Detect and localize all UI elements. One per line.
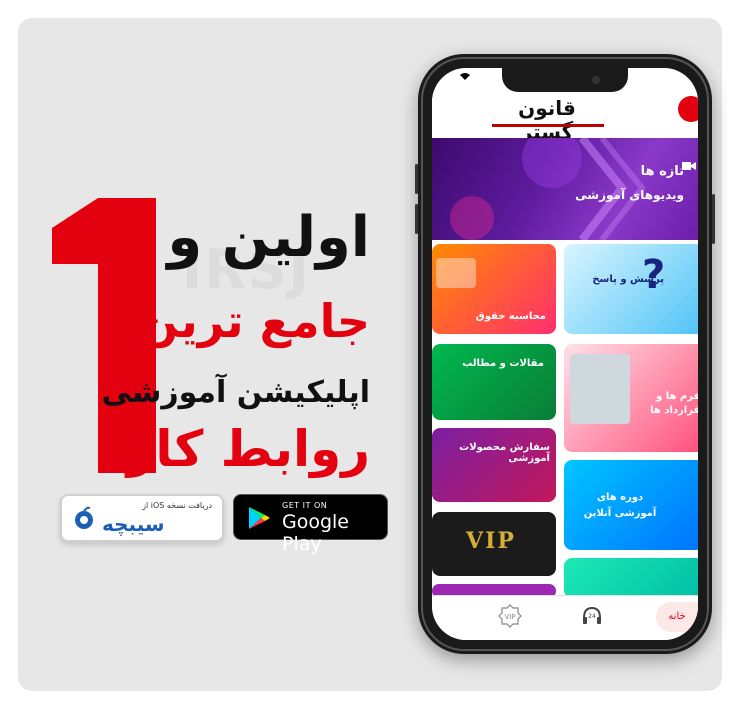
nav-vip[interactable]: VIP — [498, 604, 528, 632]
headline-line-2: جامع ترین — [139, 294, 370, 348]
tile-label: دوره های آموزشی آنلاین — [583, 492, 657, 519]
tile-label: سفارش محصولات آموزشی — [459, 442, 550, 464]
headset-icon: 24 — [583, 606, 601, 624]
tile-vip[interactable]: VIP — [432, 512, 556, 576]
hero-line-2: ویدیوهای آموزشی — [575, 188, 684, 202]
app-logo: قانون گستر — [518, 96, 576, 144]
sibche-name: سیبچه — [102, 512, 165, 536]
nav-support-number: 24 — [588, 613, 596, 620]
nav-vip-text: VIP — [504, 613, 515, 621]
tile-forms-contracts[interactable]: فرم ها و قرارداد ها — [564, 344, 698, 452]
phone-power-button — [712, 194, 715, 244]
hero-new-videos-banner[interactable]: تازه ها ویدیوهای آموزشی — [432, 138, 698, 240]
logo-underline — [492, 124, 604, 127]
profile-icon[interactable] — [678, 96, 698, 122]
bottom-navigation: VIP 24 خانه — [432, 595, 698, 640]
sibche-download-badge[interactable]: دریافت نسخه iOS از سیبچه — [60, 494, 224, 542]
phone-notch — [502, 68, 628, 92]
front-camera — [592, 76, 600, 84]
tile-label: مقالات و مطالب — [462, 358, 544, 369]
tile-salary-calc[interactable]: محاسبه حقوق — [432, 244, 556, 334]
headline-line-4: روابط کار — [126, 420, 370, 478]
vip-badge-icon: VIP — [498, 604, 522, 628]
google-play-small-text: GET IT ON — [282, 501, 328, 510]
headline-line-3: اپلیکیشن آموزشی — [101, 375, 371, 410]
calculator-icon — [436, 258, 476, 288]
phone-volume-button — [415, 164, 418, 194]
tile-order-products[interactable]: سفارش محصولات آموزشی — [432, 428, 556, 502]
sibche-subtitle: دریافت نسخه iOS از — [142, 501, 212, 510]
tile-label: پرسش و پاسخ — [592, 274, 664, 285]
app-header: قانون گستر — [432, 90, 698, 144]
vip-label: VIP — [466, 528, 516, 554]
nav-home[interactable]: خانه — [656, 602, 698, 632]
video-camera-icon — [682, 162, 696, 170]
app-screen: قانون گستر تازه ها ویدیوهای آموزشی محاسب… — [432, 68, 698, 640]
nav-support[interactable]: 24 — [580, 604, 610, 632]
tile-qa[interactable]: ? پرسش و پاسخ — [564, 244, 698, 334]
hero-line-1: تازه ها — [640, 164, 684, 179]
handshake-image — [570, 354, 630, 424]
headline-line-1: اولین و — [167, 205, 370, 270]
wifi-icon — [460, 72, 470, 82]
tile-label: محاسبه حقوق — [475, 311, 546, 322]
phone-mockup: قانون گستر تازه ها ویدیوهای آموزشی محاسب… — [415, 54, 715, 654]
phone-volume-button — [415, 204, 418, 234]
google-play-big-text: Google Play — [282, 511, 350, 555]
google-play-badge[interactable]: GET IT ON Google Play — [233, 494, 388, 555]
tile-online-courses[interactable]: دوره های آموزشی آنلاین — [564, 460, 698, 550]
google-play-icon — [249, 507, 270, 529]
tile-label: فرم ها و قرارداد ها — [650, 391, 698, 416]
tile-partial[interactable] — [564, 558, 698, 598]
sibche-logo-icon — [75, 506, 93, 529]
tile-articles[interactable]: مقالات و مطالب — [432, 344, 556, 420]
